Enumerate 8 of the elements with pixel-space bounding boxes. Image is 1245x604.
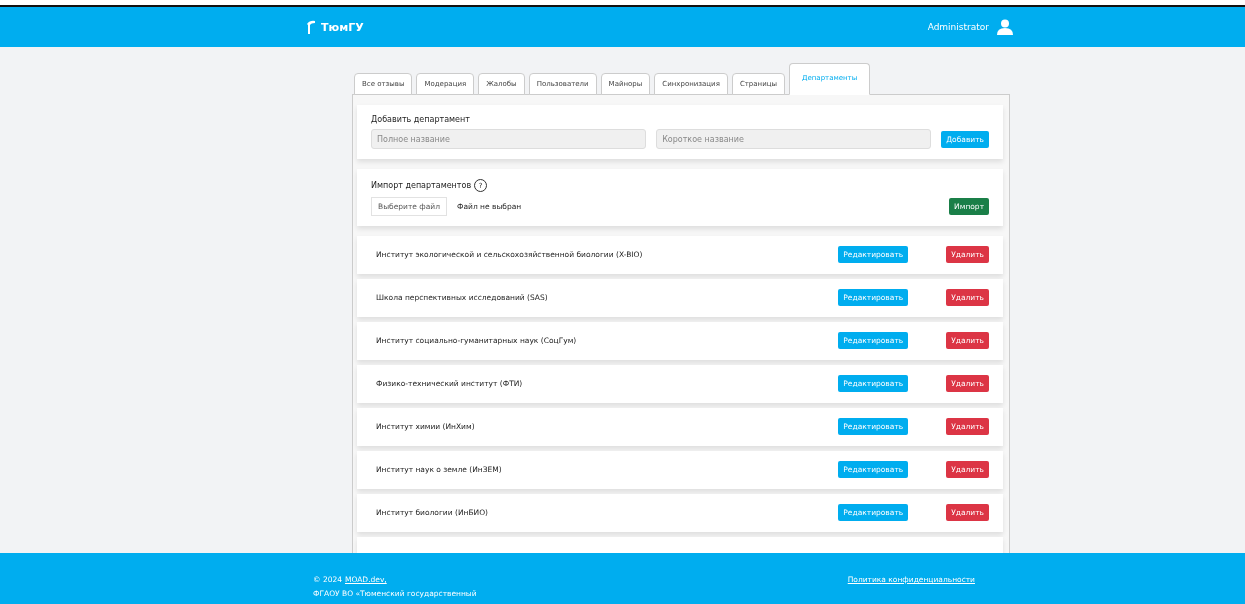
user-icon[interactable] xyxy=(997,19,1013,35)
input-field[interactable]: Полное название xyxy=(371,129,647,149)
input-field[interactable]: Короткое название xyxy=(656,129,932,149)
logo-text[interactable]: ТюмГУ xyxy=(321,20,364,34)
user-name[interactable]: Administrator xyxy=(927,22,989,32)
form-title: Импорт департаментов xyxy=(371,181,472,190)
logo-icon xyxy=(306,20,315,34)
form-title: Добавить департамент xyxy=(371,115,470,124)
